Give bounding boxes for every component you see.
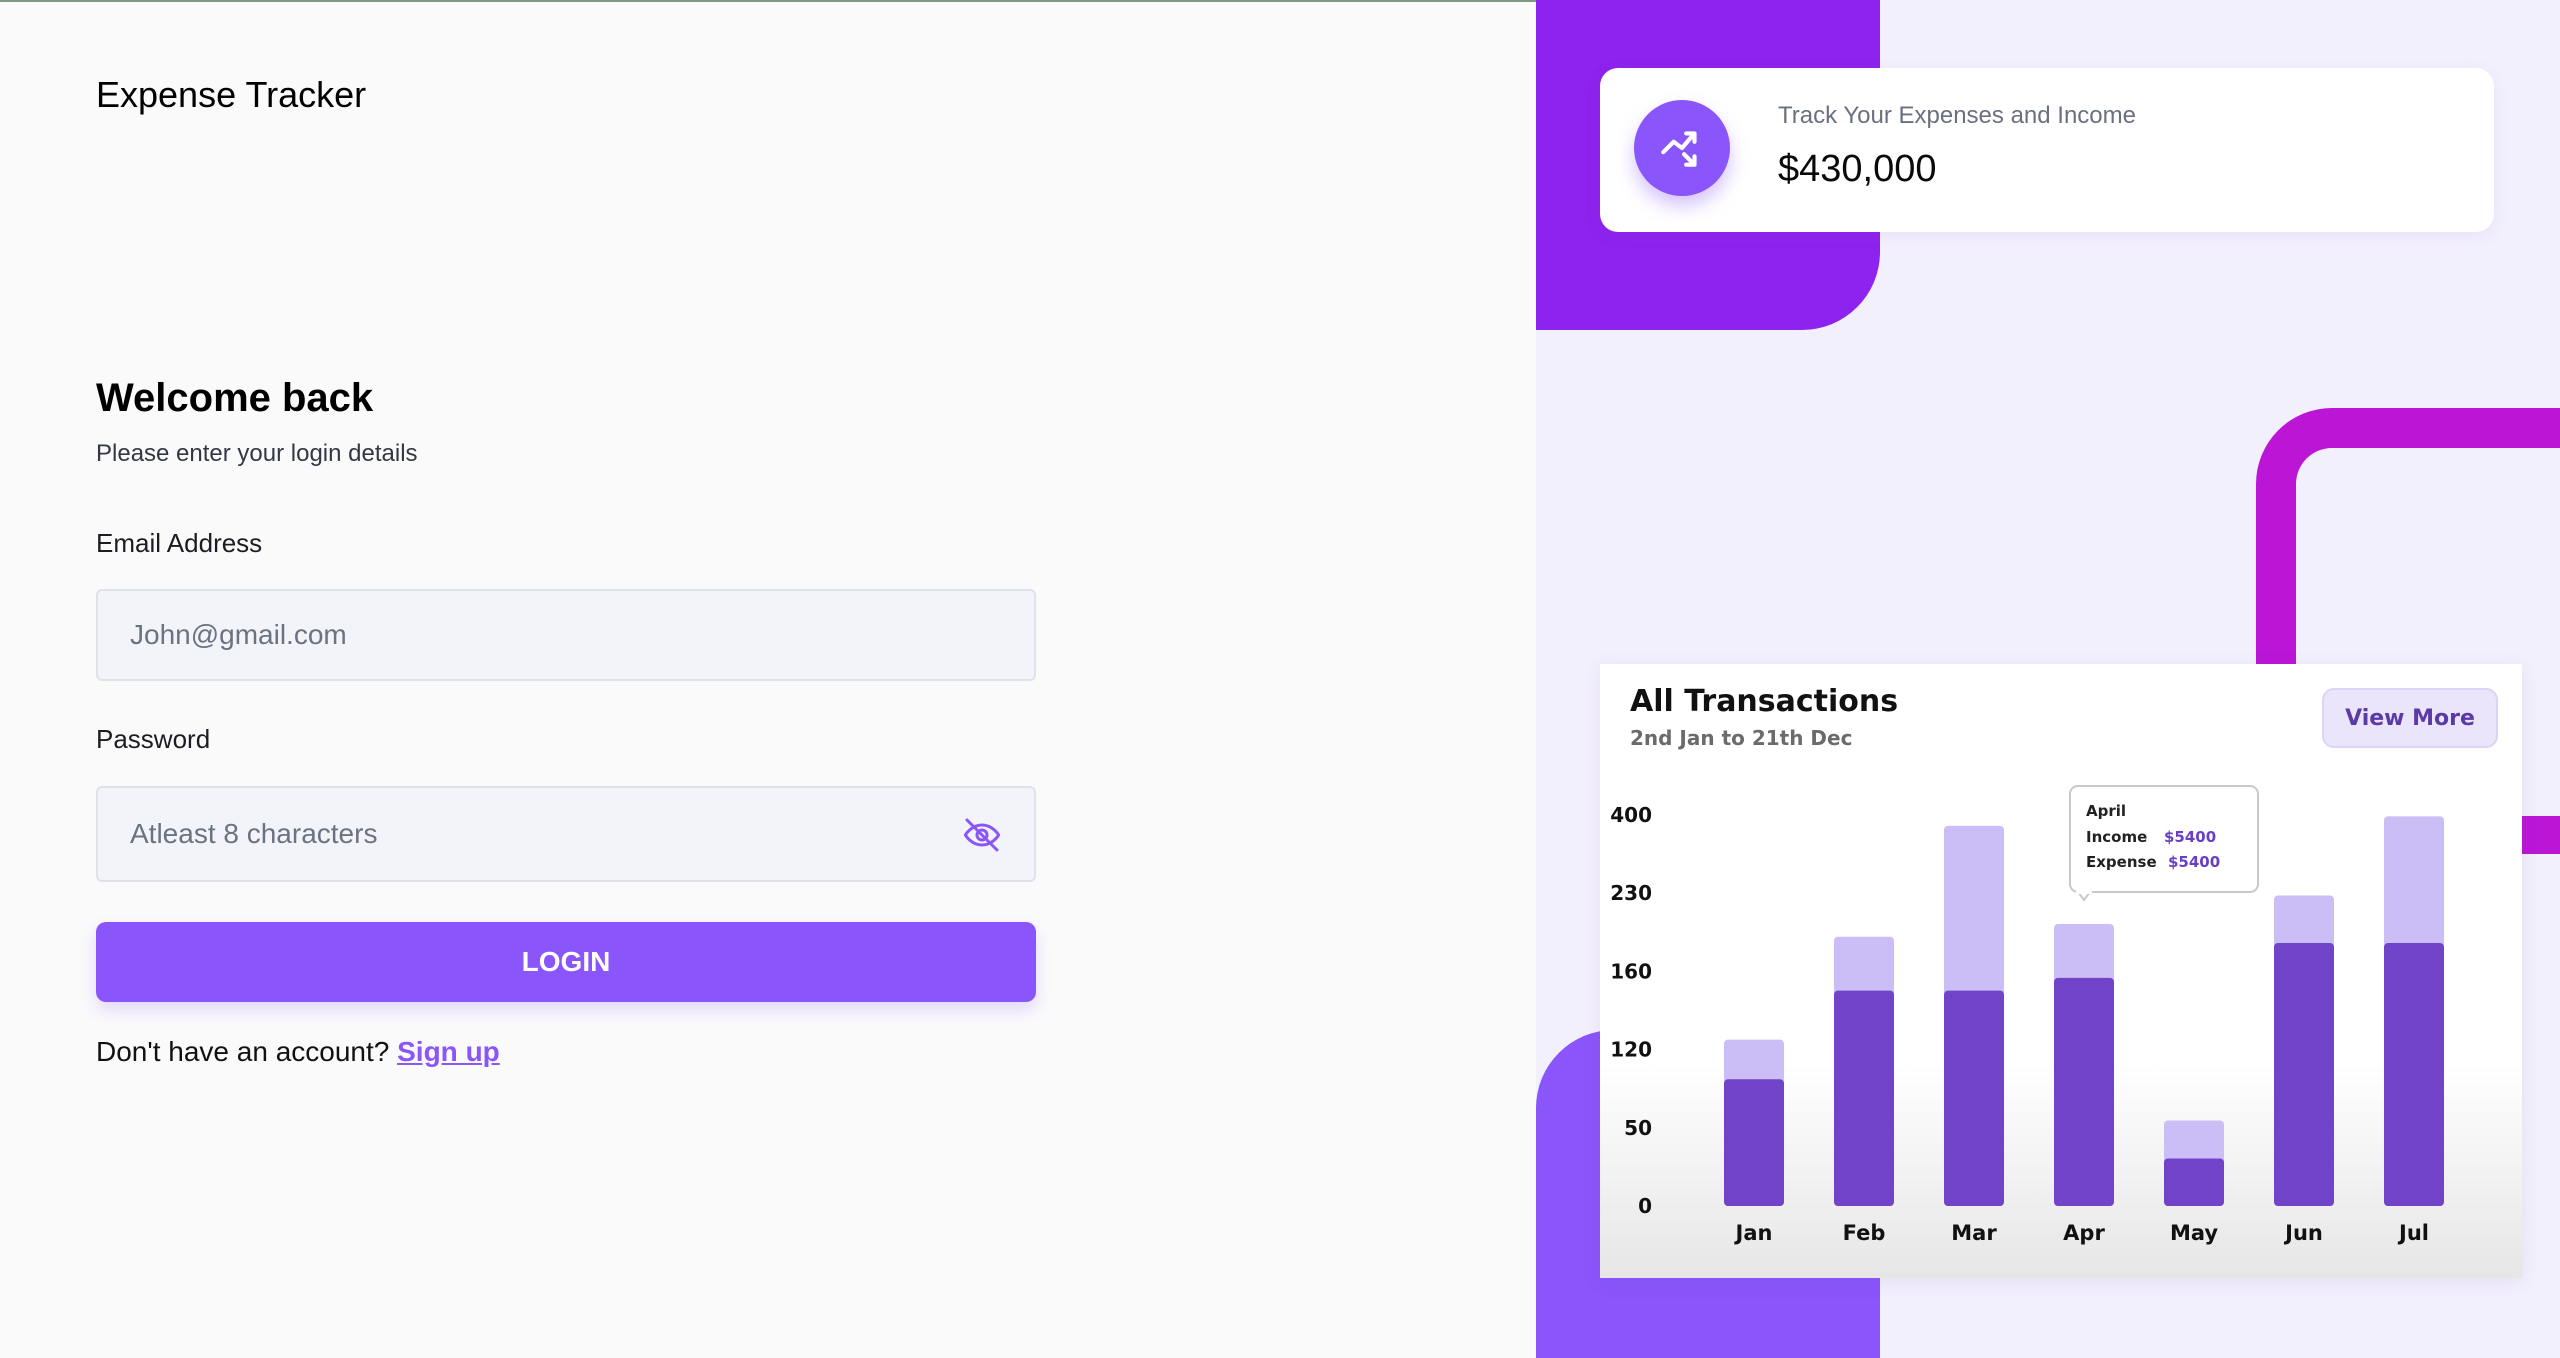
stat-card: Track Your Expenses and Income $430,000 bbox=[1600, 68, 2494, 232]
transactions-chart: 400 230 160 120 50 0 Jan Feb Mar Apr May Jun Jul Ap… bbox=[1610, 785, 2444, 1245]
email-label: Email Address bbox=[96, 528, 263, 558]
trending-up-icon bbox=[1634, 100, 1730, 196]
email-field[interactable] bbox=[96, 589, 1036, 681]
y-tick-label: 50 bbox=[1624, 1116, 1652, 1140]
app-title: Expense Tracker bbox=[96, 74, 367, 115]
x-tick-label: Jun bbox=[2283, 1221, 2323, 1245]
tooltip-income-label: Income bbox=[2086, 828, 2147, 846]
chart-tooltip: April Income $5400 Expense $5400 bbox=[2069, 785, 2259, 902]
welcome-heading: Welcome back bbox=[96, 376, 374, 420]
signup-prompt-text: Don't have an account? bbox=[96, 1036, 390, 1067]
transactions-card: All Transactions 2nd Jan to 21th Dec Vie… bbox=[1600, 664, 2522, 1278]
y-tick-label: 160 bbox=[1610, 959, 1652, 983]
illustration-panel: Track Your Expenses and Income $430,000 … bbox=[1536, 0, 2560, 1358]
x-tick-label: Apr bbox=[2063, 1221, 2105, 1245]
signup-prompt: Don't have an account? Sign up bbox=[96, 1036, 500, 1068]
stat-label: Track Your Expenses and Income bbox=[1778, 102, 2136, 129]
y-tick-label: 400 bbox=[1610, 803, 1652, 827]
x-tick-label: May bbox=[2170, 1221, 2218, 1245]
tooltip-expense-label: Expense bbox=[2086, 853, 2157, 871]
bar-dark-mar bbox=[1944, 990, 2004, 1206]
login-panel: Expense Tracker Welcome back Please ente… bbox=[0, 0, 1536, 1358]
y-tick-label: 120 bbox=[1610, 1038, 1652, 1062]
x-tick-label: Mar bbox=[1951, 1221, 1997, 1245]
tooltip-income-value: $5400 bbox=[2164, 828, 2216, 846]
bar-dark-jan bbox=[1724, 1079, 1784, 1206]
bar-dark-jul bbox=[2384, 943, 2444, 1206]
login-button[interactable]: LOGIN bbox=[96, 922, 1036, 1002]
x-tick-label: Jul bbox=[2397, 1221, 2429, 1245]
bar-dark-jun bbox=[2274, 943, 2334, 1206]
password-label: Password bbox=[96, 724, 211, 754]
x-tick-label: Feb bbox=[1843, 1221, 1886, 1245]
y-tick-label: 230 bbox=[1610, 881, 1652, 905]
password-field[interactable] bbox=[96, 786, 1036, 882]
bar-dark-feb bbox=[1834, 990, 1894, 1206]
tooltip-month: April bbox=[2086, 802, 2126, 820]
bar-dark-may bbox=[2164, 1158, 2224, 1206]
bar-dark-apr bbox=[2054, 977, 2114, 1206]
stat-value: $430,000 bbox=[1778, 148, 1937, 190]
decorative-strip bbox=[2516, 816, 2560, 854]
eye-off-icon[interactable] bbox=[960, 813, 1004, 857]
login-subheading: Please enter your login details bbox=[96, 440, 418, 467]
y-tick-label: 0 bbox=[1638, 1194, 1652, 1218]
x-tick-label: Jan bbox=[1734, 1221, 1773, 1245]
tooltip-expense-value: $5400 bbox=[2168, 853, 2220, 871]
signup-link[interactable]: Sign up bbox=[397, 1036, 500, 1067]
